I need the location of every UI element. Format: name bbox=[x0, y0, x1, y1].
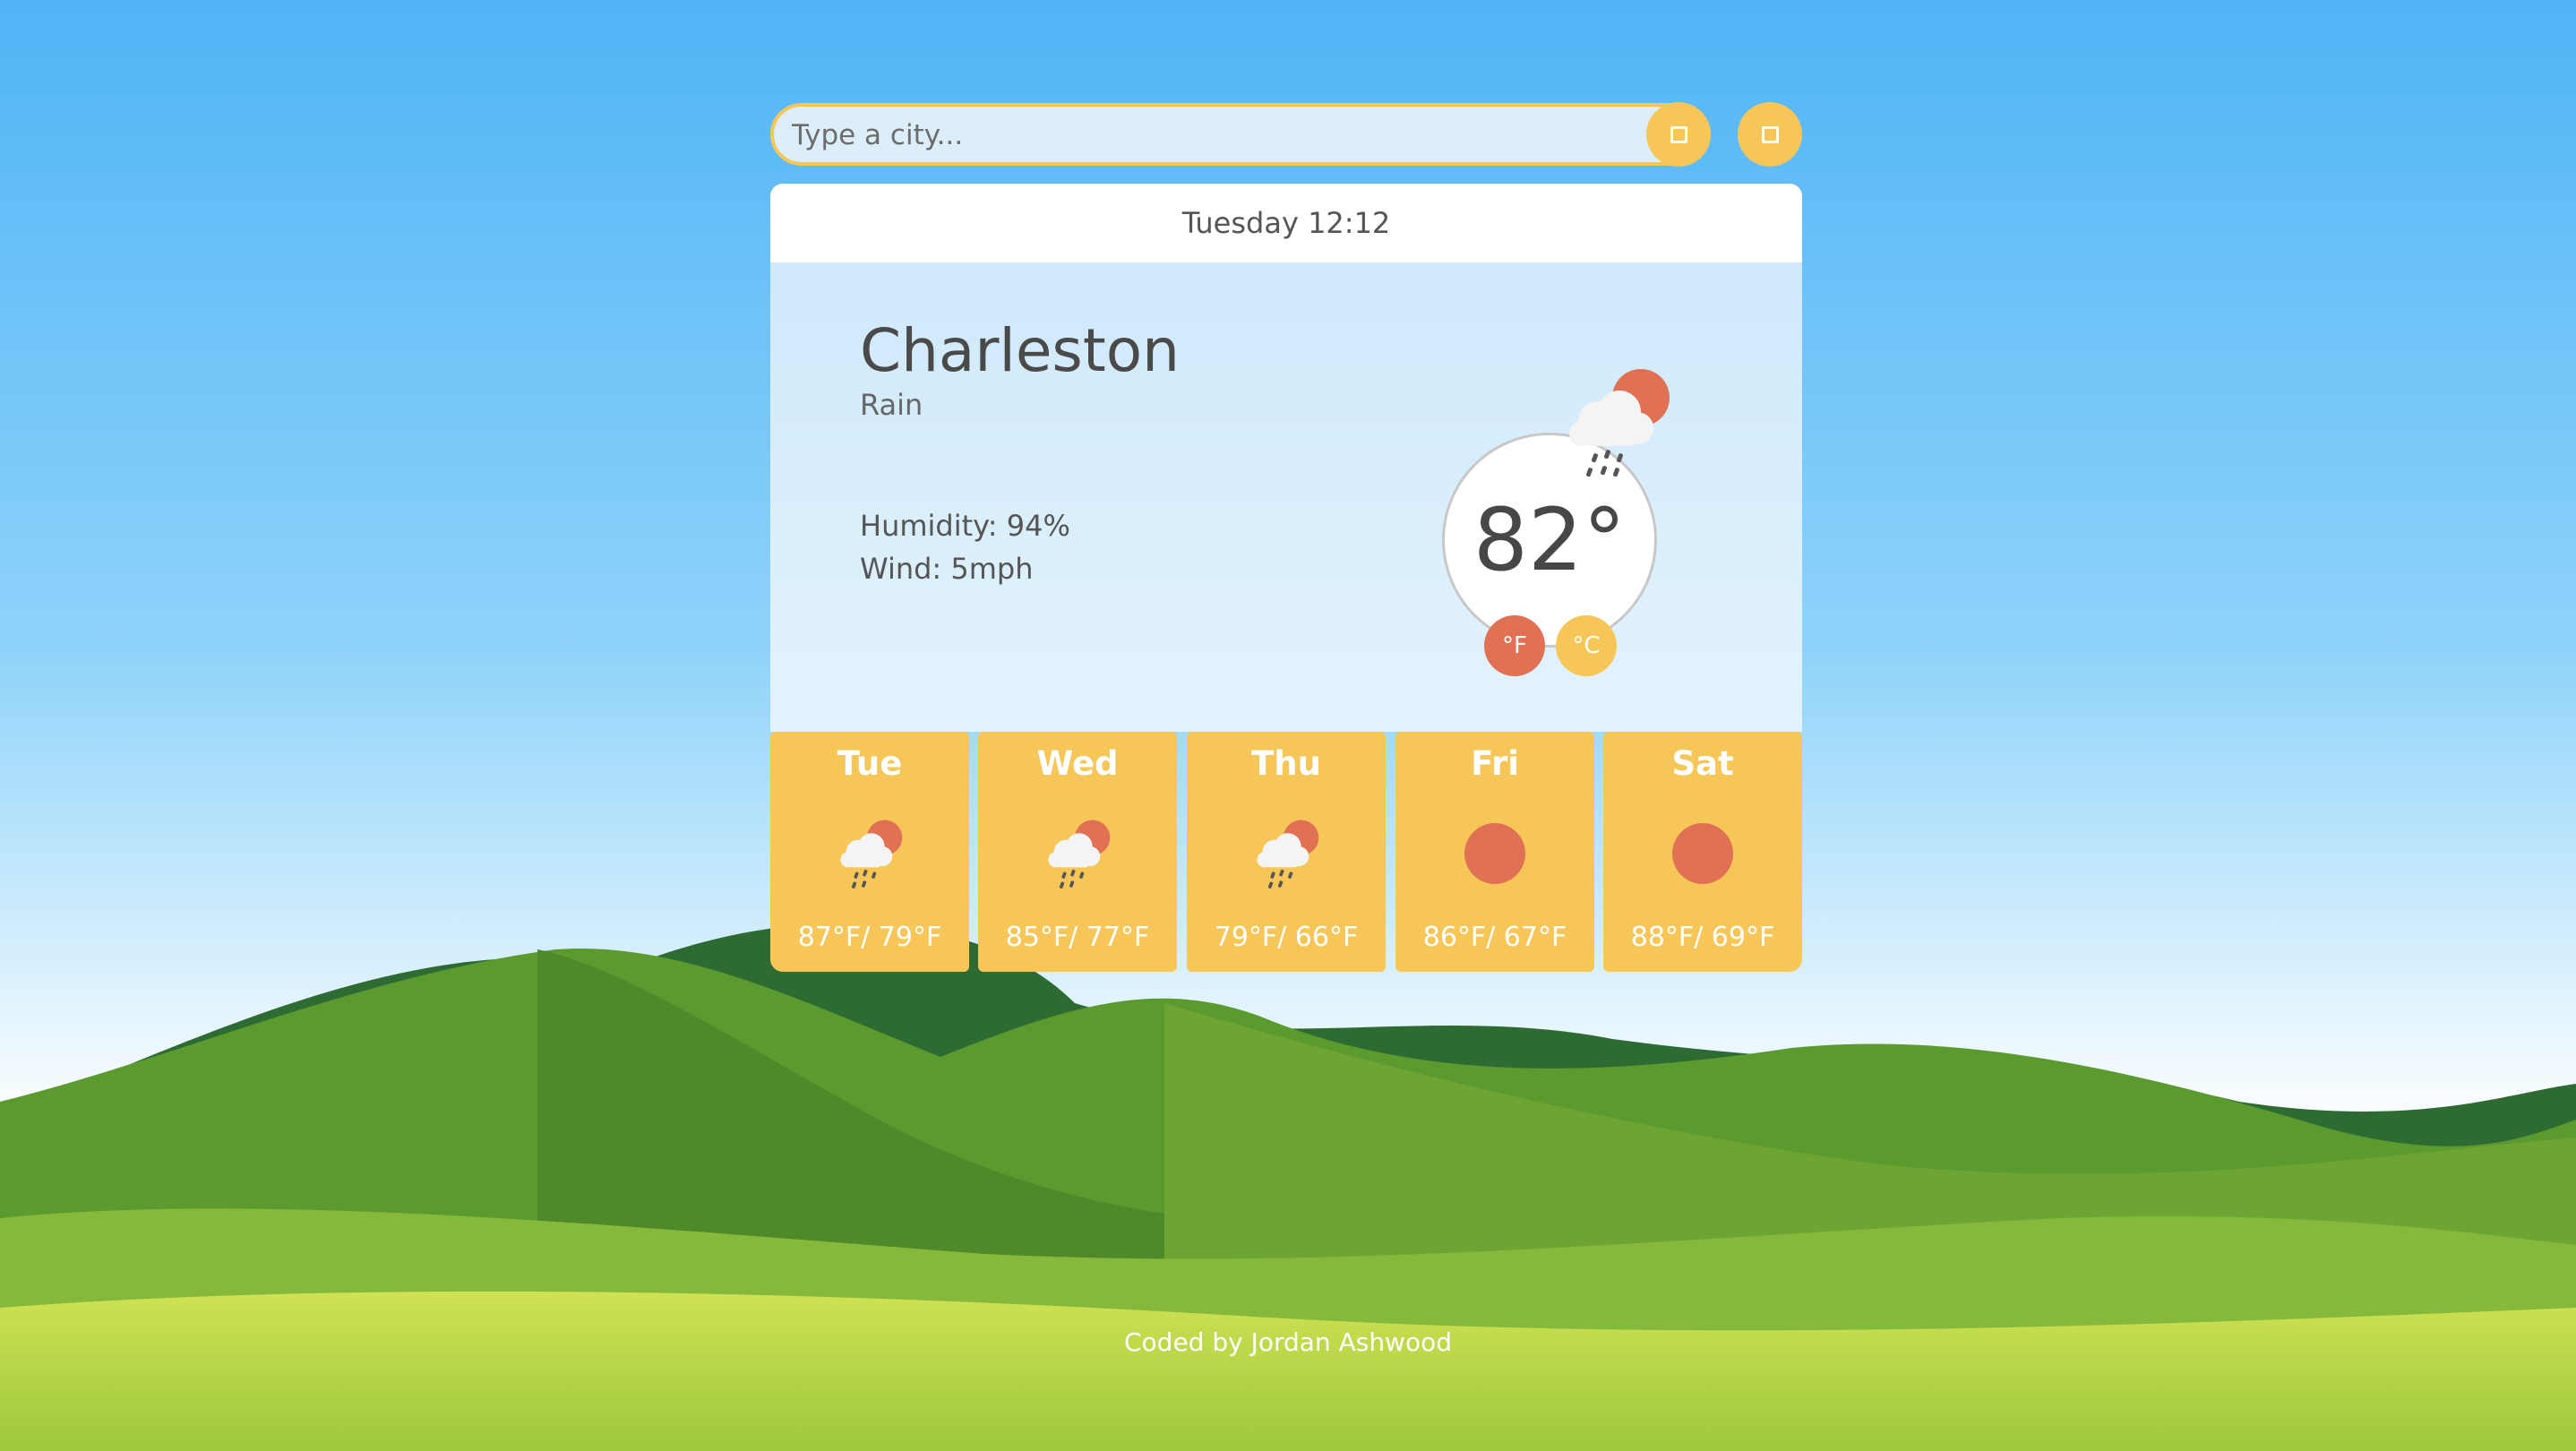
weather-condition: Rain bbox=[860, 388, 923, 422]
forecast-day: Wed 85°F/ 77°F bbox=[978, 732, 1177, 972]
city-name: Charleston bbox=[860, 316, 1180, 385]
forecast-temps: 87°F/ 79°F bbox=[797, 922, 942, 953]
sun-icon bbox=[1464, 823, 1525, 884]
rain-cloud-sun-icon bbox=[1257, 820, 1319, 889]
forecast-temps: 88°F/ 69°F bbox=[1630, 922, 1775, 953]
forecast-day: Tue 87°F/ 79°F bbox=[770, 732, 969, 972]
search-button[interactable] bbox=[1646, 102, 1711, 167]
forecast-temps: 85°F/ 77°F bbox=[1005, 922, 1150, 953]
forecast-day-name: Thu bbox=[1251, 744, 1321, 783]
forecast-day-name: Tue bbox=[837, 744, 903, 783]
forecast-temps: 86°F/ 67°F bbox=[1422, 922, 1567, 953]
current-location-button[interactable] bbox=[1738, 102, 1802, 167]
rain-cloud-sun-icon bbox=[1569, 369, 1670, 477]
date-time: Tuesday 12:12 bbox=[770, 184, 1802, 262]
fahrenheit-button[interactable]: °F bbox=[1484, 615, 1545, 676]
forecast-day-name: Fri bbox=[1471, 744, 1519, 783]
sun-icon bbox=[1672, 823, 1733, 884]
forecast-day-name: Sat bbox=[1671, 744, 1734, 783]
forecast-day: Fri 86°F/ 67°F bbox=[1395, 732, 1594, 972]
humidity-text: Humidity: 94% bbox=[860, 509, 1070, 543]
weather-card: Tuesday 12:12 Charleston Rain Humidity: … bbox=[770, 184, 1802, 972]
forecast-day-name: Wed bbox=[1036, 744, 1119, 783]
search-icon bbox=[1670, 125, 1687, 143]
search-field-container bbox=[770, 103, 1711, 166]
forecast-day: Sat 88°F/ 69°F bbox=[1603, 732, 1802, 972]
forecast-day: Thu 79°F/ 66°F bbox=[1187, 732, 1386, 972]
forecast-temps: 79°F/ 66°F bbox=[1214, 922, 1359, 953]
forecast-row: Tue 87°F/ 79°F Wed 85°F/ 77°F Thu 79°F/ … bbox=[770, 732, 1802, 972]
current-weather-panel: Charleston Rain Humidity: 94% Wind: 5mph… bbox=[770, 262, 1802, 732]
celsius-button[interactable]: °C bbox=[1556, 615, 1617, 676]
city-search-input[interactable] bbox=[790, 107, 1582, 164]
rain-cloud-sun-icon bbox=[1048, 820, 1111, 889]
rain-cloud-sun-icon bbox=[840, 820, 903, 889]
wind-text: Wind: 5mph bbox=[860, 552, 1034, 586]
search-bar bbox=[770, 102, 1802, 167]
location-icon bbox=[1761, 125, 1779, 143]
footer-credit: Coded by Jordan Ashwood bbox=[1123, 1327, 1452, 1357]
